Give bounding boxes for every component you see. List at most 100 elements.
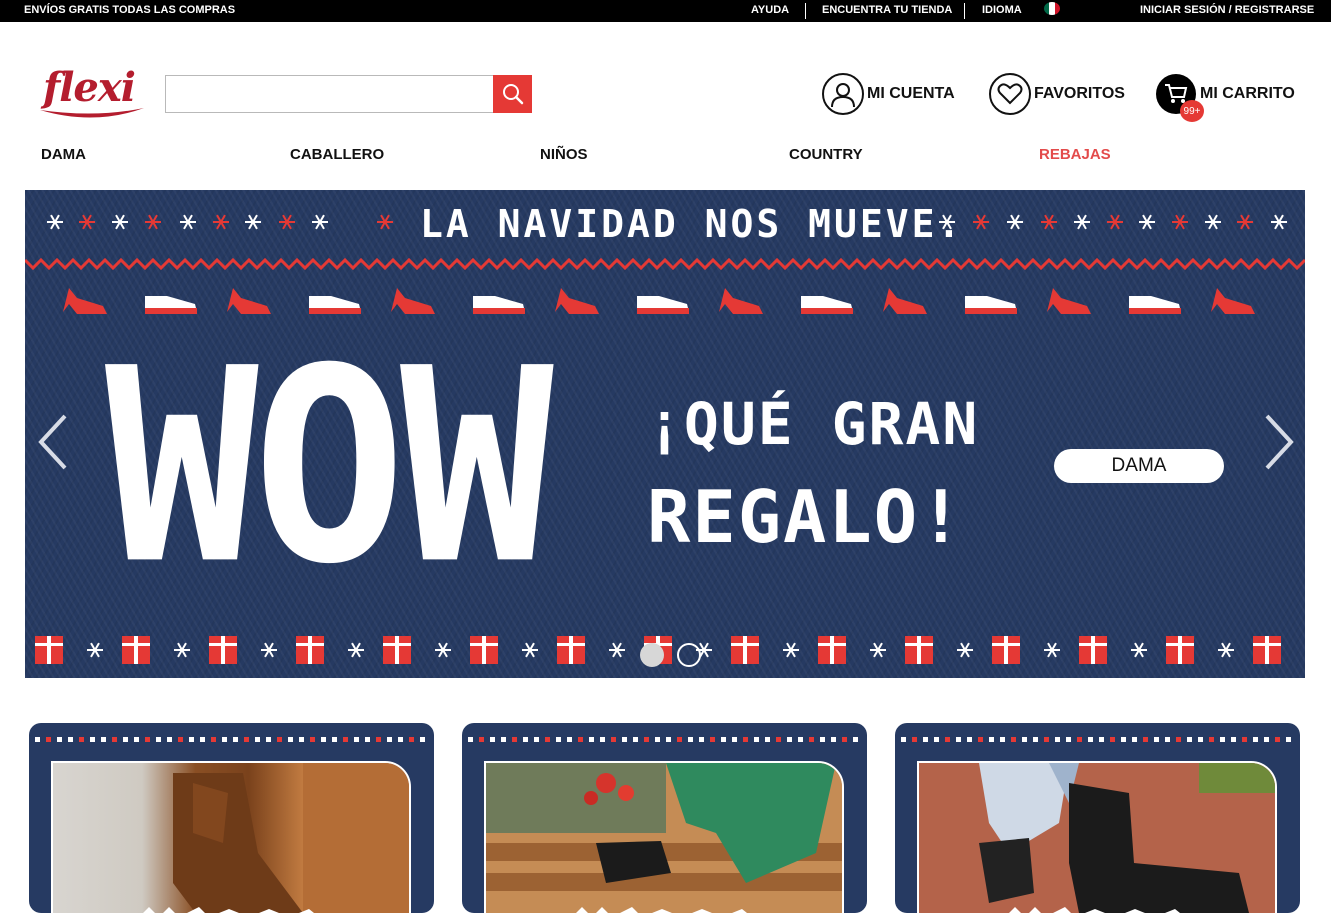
- top-links: AYUDA ENCUENTRA TU TIENDA IDIOMA INICIAR…: [0, 3, 1331, 20]
- knit-letters-decoration: [1009, 907, 1180, 913]
- snowflake-icon: [783, 642, 799, 658]
- gift-icon: [557, 636, 585, 664]
- gift-icon: [35, 636, 63, 664]
- knit-letters-decoration: [143, 907, 314, 913]
- nav-caballero[interactable]: CABALLERO: [290, 146, 384, 163]
- language-link[interactable]: IDIOMA: [982, 4, 1022, 16]
- snowflake-icon: [870, 642, 886, 658]
- high-heel-icon: [391, 288, 435, 314]
- snowflake-icon: [213, 214, 229, 230]
- high-heel-icon: [1211, 288, 1255, 314]
- gift-icon: [818, 636, 846, 664]
- snowflake-icon: [435, 642, 451, 658]
- knit-pattern-strip: [901, 737, 1291, 742]
- snowflake-icon: [174, 642, 190, 658]
- category-card-3[interactable]: [895, 723, 1300, 913]
- snowflake-icon: [377, 214, 393, 230]
- high-heel-icon: [63, 288, 107, 314]
- store-finder-link[interactable]: ENCUENTRA TU TIENDA: [822, 4, 952, 16]
- mexico-flag-icon[interactable]: [1044, 2, 1060, 15]
- carousel-dot-2[interactable]: [677, 643, 701, 667]
- sneaker-icon: [965, 296, 1017, 314]
- snowflake-icon: [1131, 642, 1147, 658]
- gift-icon: [122, 636, 150, 664]
- nav-ninos[interactable]: NIÑOS: [540, 146, 588, 163]
- cart-label: MI CARRITO: [1200, 85, 1295, 102]
- hero-carousel[interactable]: LA NAVIDAD NOS MUEVE. WOW ¡QUÉ GRAN REGA…: [25, 190, 1305, 678]
- gift-icon: [1253, 636, 1281, 664]
- snowflake-icon: [1041, 214, 1057, 230]
- hero-headline: LA NAVIDAD NOS MUEVE.: [420, 202, 964, 246]
- zigzag-border: [25, 258, 1305, 271]
- snowflake-icon: [79, 214, 95, 230]
- gift-icon: [470, 636, 498, 664]
- snowflake-icon: [1007, 214, 1023, 230]
- high-heel-icon: [555, 288, 599, 314]
- my-account-button[interactable]: MI CUENTA: [822, 73, 955, 115]
- snowflake-icon: [312, 214, 328, 230]
- gift-icon: [1079, 636, 1107, 664]
- gift-icon: [209, 636, 237, 664]
- divider: [964, 3, 965, 19]
- snowflake-icon: [1271, 214, 1287, 230]
- hero-big-word: WOW: [105, 311, 554, 624]
- high-heel-icon: [883, 288, 927, 314]
- favorites-label: FAVORITOS: [1034, 85, 1125, 102]
- flexi-logo[interactable]: flexi: [40, 64, 148, 124]
- nav-country[interactable]: COUNTRY: [789, 146, 863, 163]
- cart-button[interactable]: 99+ MI CARRITO: [1156, 73, 1295, 122]
- snowflake-icon: [1172, 214, 1188, 230]
- snowflake-icon: [609, 642, 625, 658]
- cart-icon: 99+: [1156, 74, 1204, 122]
- snowflake-icon: [1139, 214, 1155, 230]
- sneaker-icon: [637, 296, 689, 314]
- gift-icon: [296, 636, 324, 664]
- search-icon: [502, 84, 523, 105]
- snowflake-icon: [1205, 214, 1221, 230]
- nav-rebajas[interactable]: REBAJAS: [1039, 146, 1111, 163]
- category-card-2[interactable]: [462, 723, 867, 913]
- knit-pattern-strip: [35, 737, 425, 742]
- search-button[interactable]: [493, 75, 532, 113]
- help-link[interactable]: AYUDA: [751, 4, 789, 16]
- gift-pattern-row: [35, 636, 1281, 664]
- snowflake-icon: [1218, 642, 1234, 658]
- snowflake-icon: [1107, 214, 1123, 230]
- hero-cta-button[interactable]: DAMA: [1054, 449, 1224, 483]
- snowflake-icon: [957, 642, 973, 658]
- knit-letters-decoration: [576, 907, 747, 913]
- nav-dama[interactable]: DAMA: [41, 146, 86, 163]
- carousel-dot-1[interactable]: [640, 643, 664, 667]
- gift-icon: [992, 636, 1020, 664]
- snowflake-icon: [348, 642, 364, 658]
- high-heel-icon: [227, 288, 271, 314]
- login-register-link[interactable]: INICIAR SESIÓN / REGISTRARSE: [1140, 4, 1314, 16]
- search-input[interactable]: [165, 75, 495, 113]
- category-card-1[interactable]: [29, 723, 434, 913]
- snowflake-icon: [1237, 214, 1253, 230]
- snowflake-icon: [261, 642, 277, 658]
- hero-subline-2: REGALO!: [647, 475, 965, 559]
- snowflake-icon: [112, 214, 128, 230]
- snowflake-icon: [1044, 642, 1060, 658]
- snowflake-icon: [245, 214, 261, 230]
- gift-icon: [1166, 636, 1194, 664]
- top-announcement-bar: ENVÍOS GRATIS TODAS LAS COMPRAS AYUDA EN…: [0, 0, 1331, 22]
- my-account-label: MI CUENTA: [867, 85, 955, 102]
- hero-subline-1: ¡QUÉ GRAN: [647, 390, 980, 458]
- snowflake-icon: [279, 214, 295, 230]
- snowflake-icon: [180, 214, 196, 230]
- divider: [805, 3, 806, 19]
- snowflake-icon: [973, 214, 989, 230]
- knit-pattern-strip: [468, 737, 858, 742]
- carousel-next-arrow-icon[interactable]: [1261, 412, 1295, 472]
- gift-icon: [731, 636, 759, 664]
- favorites-button[interactable]: FAVORITOS: [989, 73, 1125, 115]
- cart-count-badge: 99+: [1180, 100, 1204, 122]
- snowflake-icon: [522, 642, 538, 658]
- user-icon: [822, 73, 864, 115]
- snowflake-icon: [145, 214, 161, 230]
- snowflake-icon: [87, 642, 103, 658]
- carousel-prev-arrow-icon[interactable]: [37, 412, 71, 472]
- logo-swoosh-icon: [40, 108, 144, 118]
